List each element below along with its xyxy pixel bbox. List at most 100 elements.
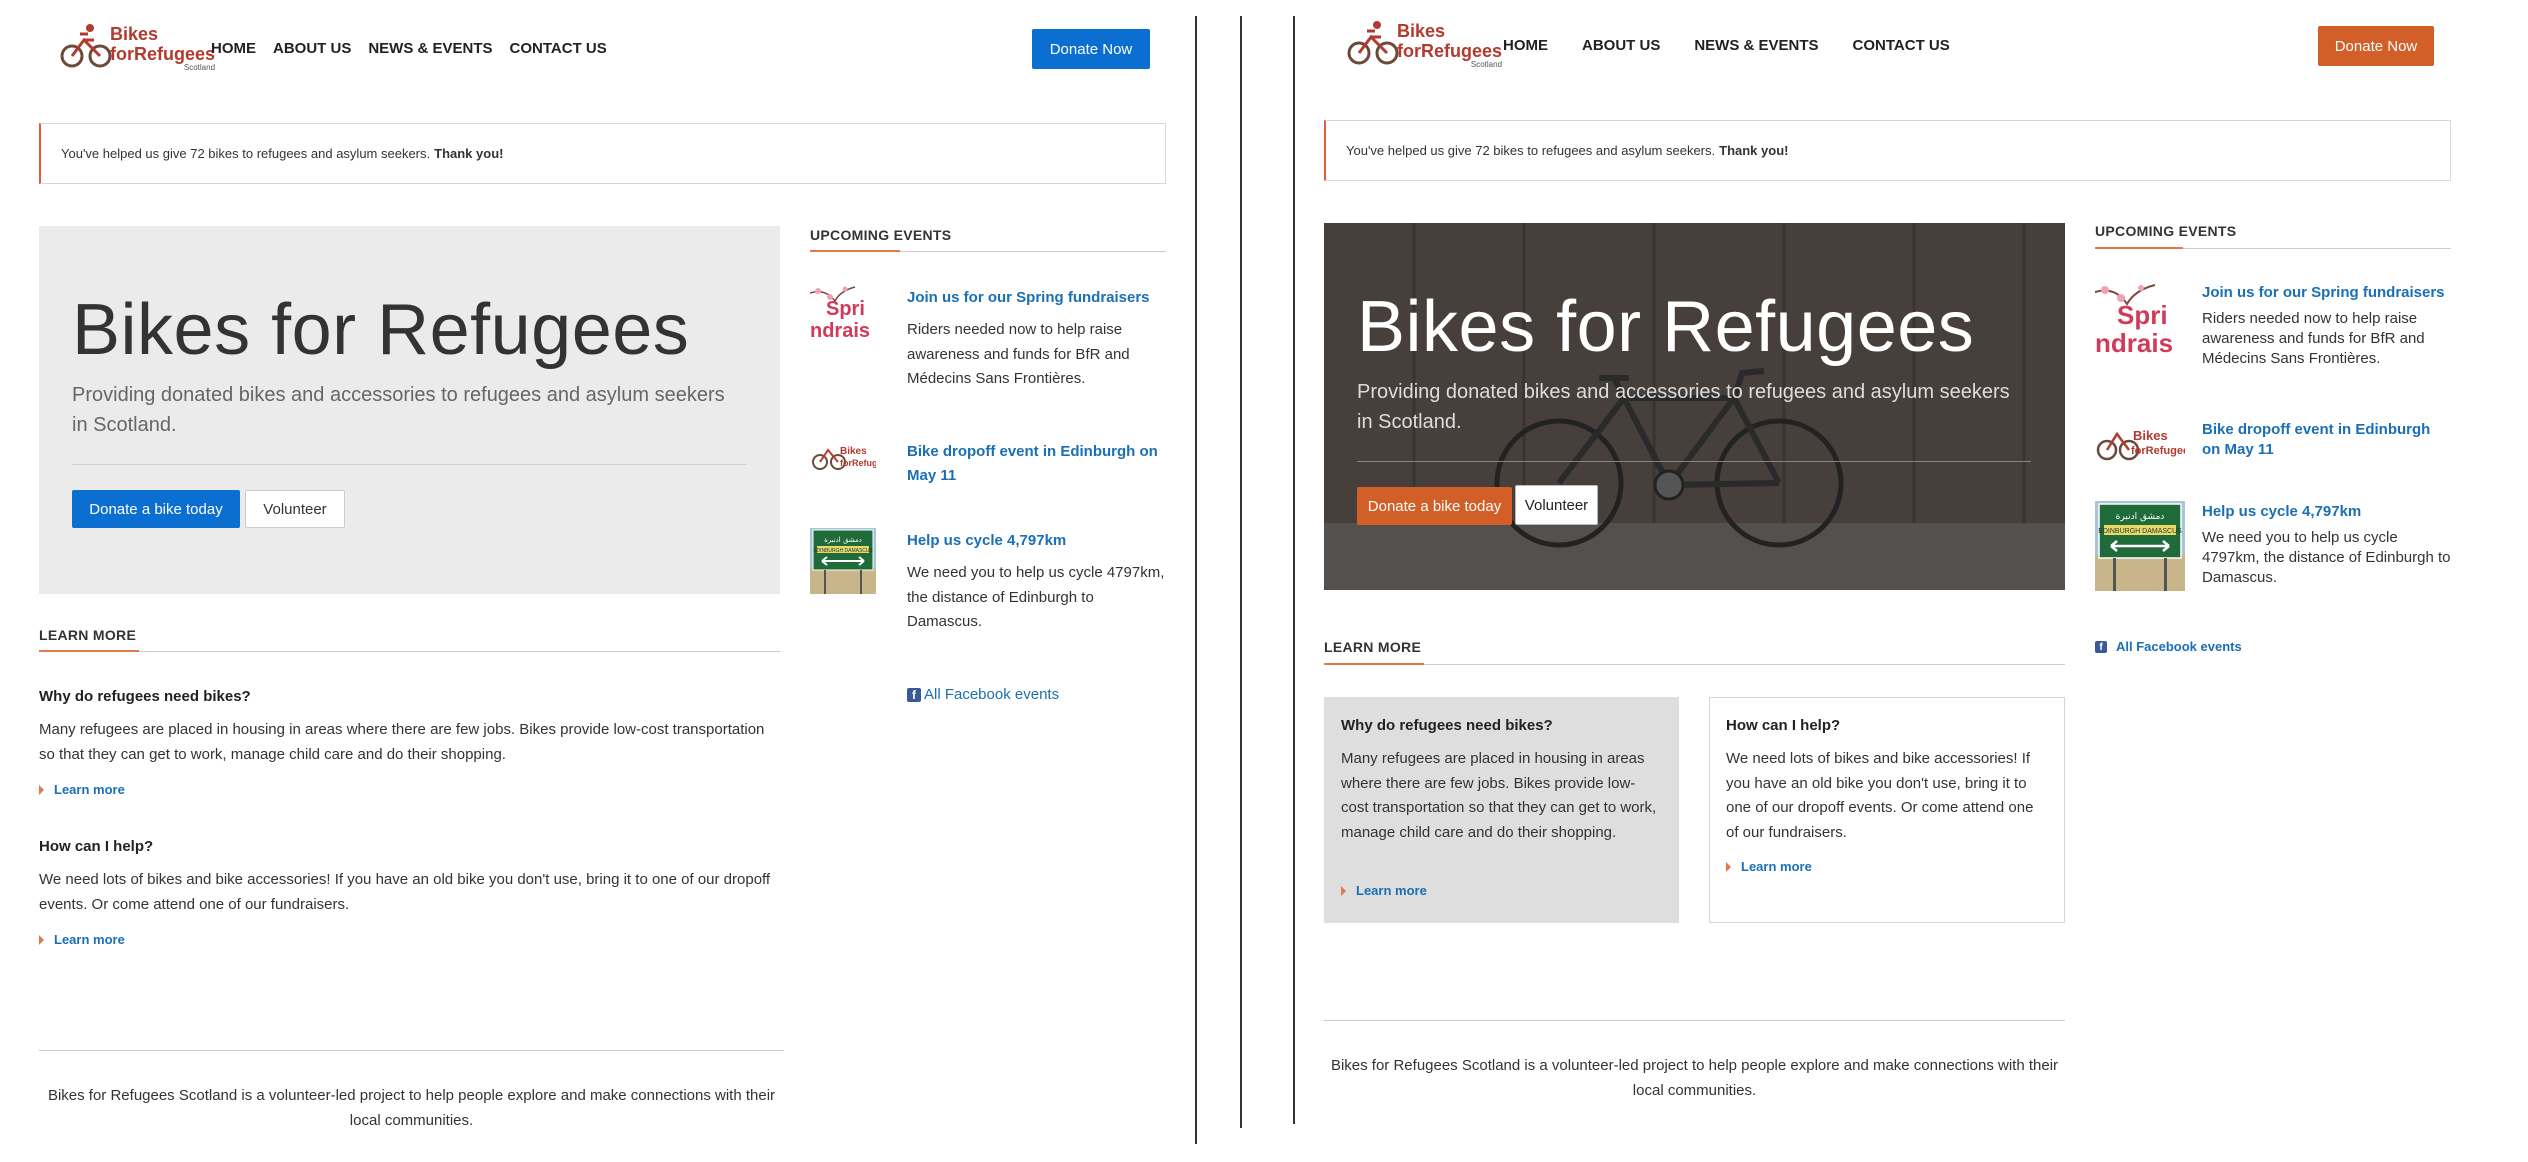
caret-right-icon xyxy=(1341,885,1346,896)
event-thumb-dropoff: Bikes forRefugees xyxy=(810,438,876,474)
learn-more-link-help[interactable]: Learn more xyxy=(39,932,125,947)
event-title-dropoff[interactable]: Bike dropoff event in Edinburgh on May 1… xyxy=(907,440,1167,488)
logo-line-1: Bikes xyxy=(1397,21,1446,41)
event-thumb-dropoff: Bikes forRefugees xyxy=(2095,420,2185,464)
learn-card-help: How can I help? We need lots of bikes an… xyxy=(1709,697,2065,923)
learn-more-link-why[interactable]: Learn more xyxy=(1341,883,1427,898)
facebook-events-link[interactable]: f All Facebook events xyxy=(907,686,1059,703)
logo-line-3: Scotland xyxy=(183,63,216,72)
event-thumb-spring: Spri ndrais xyxy=(2095,280,2185,362)
thank-you-notice: You've helped us give 72 bikes to refuge… xyxy=(1324,120,2451,181)
caret-right-icon xyxy=(1726,861,1731,872)
blossom-icon: Spri ndrais xyxy=(2095,284,2173,358)
event-body-spring: Riders needed now to help raise awarenes… xyxy=(2202,310,2425,367)
footer-rule xyxy=(1324,1020,2065,1021)
events-heading: UPCOMING EVENTS xyxy=(2095,223,2237,239)
answer-why-bikes: Many refugees are placed in housing in a… xyxy=(1341,750,1657,841)
hero-banner: Bikes for Refugees Providing donated bik… xyxy=(39,226,780,594)
donate-now-button[interactable]: Donate Now xyxy=(2318,26,2434,66)
notice-thanks: Thank you! xyxy=(1719,143,1789,158)
question-how-help: How can I help? xyxy=(39,838,154,855)
hero-divider xyxy=(72,464,746,465)
facebook-icon: f xyxy=(2095,640,2107,653)
divider-line-1 xyxy=(1195,16,1197,1144)
logo-line-3: Scotland xyxy=(1470,60,1503,69)
bike-logo-icon: Bikes forRefugees xyxy=(812,446,876,470)
event-title-spring[interactable]: Join us for our Spring fundraisers xyxy=(907,286,1167,310)
svg-text:ndrais: ndrais xyxy=(2095,328,2173,358)
nav-contact[interactable]: CONTACT US xyxy=(1853,37,1950,54)
question-how-help: How can I help? xyxy=(1726,717,1841,734)
learn-more-link-help[interactable]: Learn more xyxy=(1726,859,1812,874)
learn-more-heading: LEARN MORE xyxy=(39,627,137,643)
svg-text:forRefugees: forRefugees xyxy=(840,458,876,468)
svg-text:EDINBURGH DAMASCUS: EDINBURGH DAMASCUS xyxy=(2098,528,2182,535)
volunteer-button[interactable]: Volunteer xyxy=(245,490,345,528)
svg-text:ndrais: ndrais xyxy=(810,320,870,342)
event-title-spring[interactable]: Join us for our Spring fundraisers xyxy=(2202,281,2452,305)
facebook-link-label: All Facebook events xyxy=(2116,639,2242,654)
left-design-mockup: Bikes forRefugees Scotland HOME ABOUT US… xyxy=(0,0,1195,1162)
blossom-icon: Spri ndrais xyxy=(810,286,870,342)
event-title-dropoff[interactable]: Bike dropoff event in Edinburgh on May 1… xyxy=(2202,420,2452,460)
events-heading: UPCOMING EVENTS xyxy=(810,227,952,243)
nav-about[interactable]: ABOUT US xyxy=(273,40,351,57)
question-why-bikes: Why do refugees need bikes? xyxy=(39,688,251,705)
event-title-cycle[interactable]: Help us cycle 4,797km xyxy=(2202,500,2452,524)
nav-contact[interactable]: CONTACT US xyxy=(510,40,607,57)
site-logo[interactable]: Bikes forRefugees Scotland xyxy=(60,18,215,72)
learn-more-link-label: Learn more xyxy=(1741,859,1812,874)
svg-text:EDINBURGH DAMASCUS: EDINBURGH DAMASCUS xyxy=(813,548,873,554)
donate-now-button[interactable]: Donate Now xyxy=(1032,29,1150,69)
svg-text:Spri: Spri xyxy=(826,298,865,320)
events-rule xyxy=(810,250,1166,252)
caret-right-icon xyxy=(39,934,44,945)
road-sign-icon: دمشق ادنبرة EDINBURGH DAMASCUS xyxy=(810,528,876,594)
notice-text: You've helped us give 72 bikes to refuge… xyxy=(61,146,431,161)
event-thumb-cycle: دمشق ادنبرة EDINBURGH DAMASCUS xyxy=(2095,501,2185,591)
bike-logo-icon xyxy=(1347,21,1399,65)
events-rule xyxy=(2095,247,2451,249)
notice-thanks: Thank you! xyxy=(434,146,504,161)
logo-line-2: forRefugees xyxy=(110,44,216,64)
learn-more-rule xyxy=(39,650,780,652)
answer-why-bikes: Many refugees are placed in housing in a… xyxy=(39,721,765,763)
svg-text:Spri: Spri xyxy=(2117,300,2168,330)
hero-banner: Bikes for Refugees Providing donated bik… xyxy=(1324,223,2065,590)
facebook-link-label: All Facebook events xyxy=(924,686,1060,703)
hero-title: Bikes for Refugees xyxy=(1357,287,1975,367)
logo-line-1: Bikes xyxy=(110,24,159,44)
bike-logo-icon: Bikes forRefugees xyxy=(2096,428,2185,461)
answer-how-help: We need lots of bikes and bike accessori… xyxy=(1726,750,2034,841)
nav-about[interactable]: ABOUT US xyxy=(1582,37,1660,54)
divider-line-2 xyxy=(1240,16,1242,1128)
donate-bike-button[interactable]: Donate a bike today xyxy=(1357,487,1512,525)
bike-logo-icon xyxy=(60,24,112,68)
hero-subtitle: Providing donated bikes and accessories … xyxy=(72,384,725,436)
svg-text:Bikes: Bikes xyxy=(2133,428,2168,443)
learn-more-link-label: Learn more xyxy=(1356,883,1427,898)
learn-more-link-label: Learn more xyxy=(54,782,125,797)
event-title-cycle[interactable]: Help us cycle 4,797km xyxy=(907,529,1167,553)
event-thumb-cycle: دمشق ادنبرة EDINBURGH DAMASCUS xyxy=(810,528,876,594)
caret-right-icon xyxy=(39,784,44,795)
nav-home[interactable]: HOME xyxy=(1503,37,1548,54)
notice-text: You've helped us give 72 bikes to refuge… xyxy=(1346,143,1716,158)
learn-more-heading: LEARN MORE xyxy=(1324,639,1422,655)
nav-news[interactable]: NEWS & EVENTS xyxy=(1694,37,1818,54)
facebook-icon: f xyxy=(907,687,921,702)
volunteer-button[interactable]: Volunteer xyxy=(1515,485,1598,525)
nav-home[interactable]: HOME xyxy=(211,40,256,57)
right-design-mockup: Bikes forRefugees Scotland HOME ABOUT US… xyxy=(1300,0,2528,1162)
road-sign-icon: دمشق ادنبرة EDINBURGH DAMASCUS xyxy=(2095,501,2185,591)
thank-you-notice: You've helped us give 72 bikes to refuge… xyxy=(39,123,1166,184)
divider-line-3 xyxy=(1293,16,1295,1124)
nav-news[interactable]: NEWS & EVENTS xyxy=(368,40,492,57)
donate-bike-button[interactable]: Donate a bike today xyxy=(72,490,240,528)
site-logo[interactable]: Bikes forRefugees Scotland xyxy=(1347,15,1502,69)
facebook-events-link[interactable]: f All Facebook events xyxy=(2095,639,2242,654)
event-thumb-spring: Spri ndrais xyxy=(810,283,876,345)
svg-text:forRefugees: forRefugees xyxy=(2131,445,2185,457)
learn-more-link-why[interactable]: Learn more xyxy=(39,782,125,797)
learn-card-why: Why do refugees need bikes? Many refugee… xyxy=(1324,697,1679,923)
